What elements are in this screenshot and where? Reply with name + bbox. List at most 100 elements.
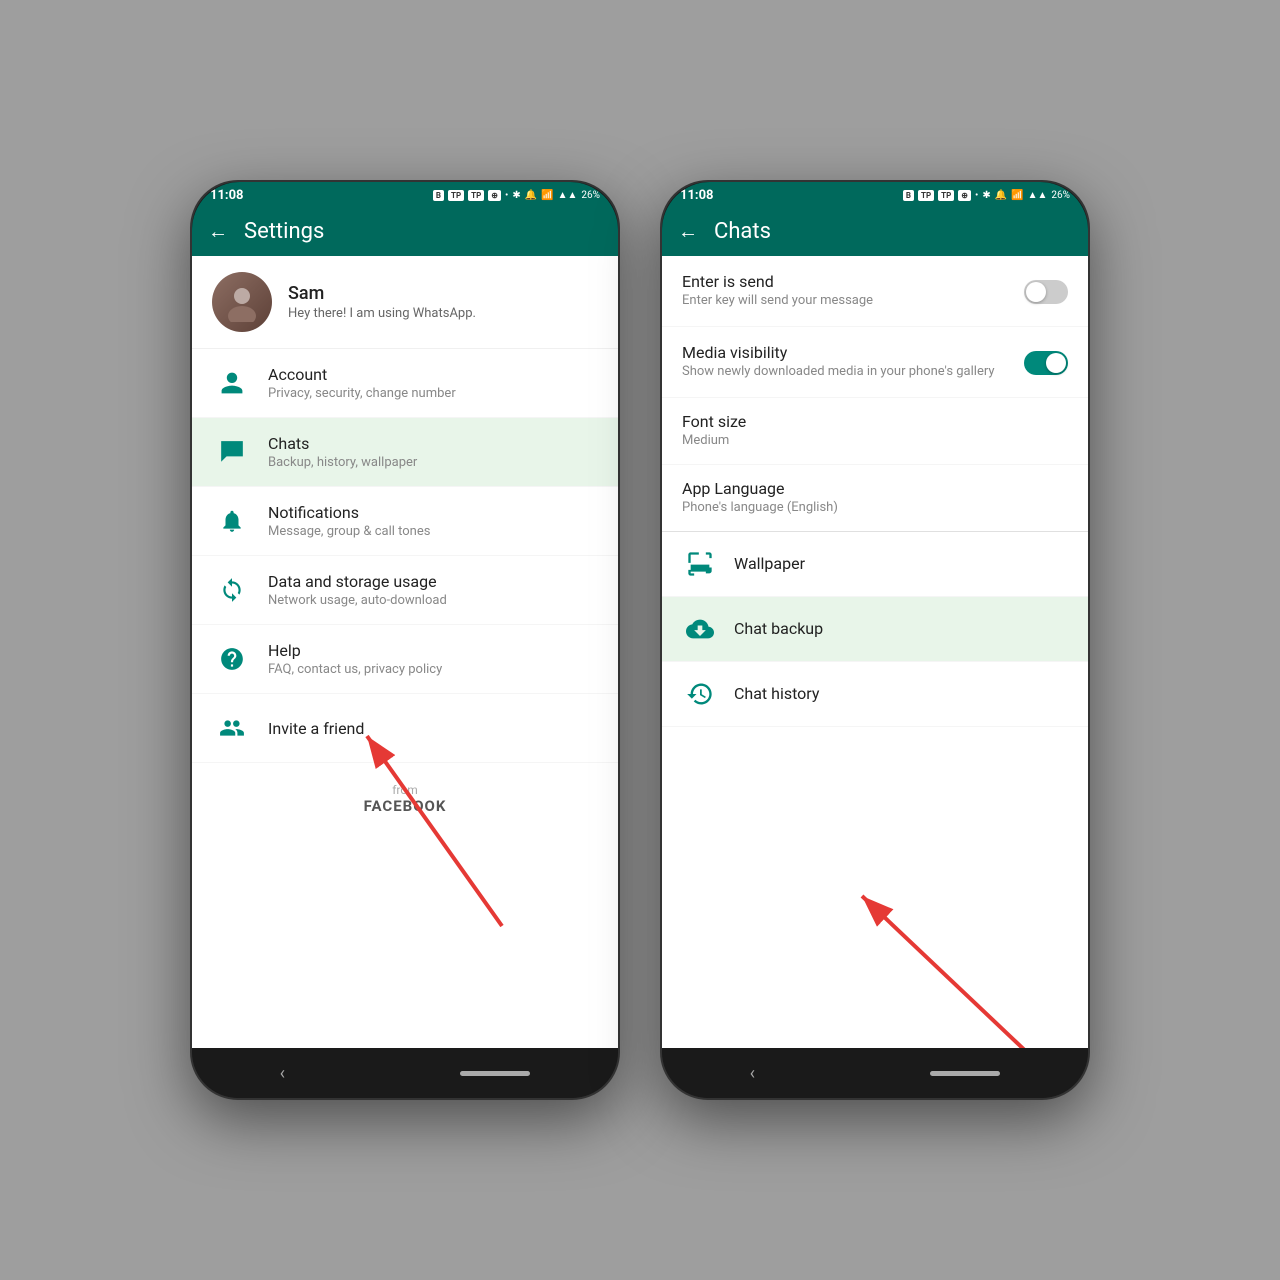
from-label: from	[212, 783, 598, 797]
settings-item-help[interactable]: Help FAQ, contact us, privacy policy	[192, 625, 618, 694]
time-2: 11:08	[680, 188, 714, 203]
icon-signal2: ▲▲	[1028, 190, 1048, 201]
profile-status: Hey there! I am using WhatsApp.	[288, 306, 476, 321]
avatar	[212, 272, 272, 332]
chat-history-label: Chat history	[734, 684, 819, 703]
profile-name: Sam	[288, 283, 476, 304]
icon-wifi: 📶	[541, 190, 553, 201]
from-brand: FACEBOOK	[212, 797, 598, 815]
icon-wa: ⊕	[488, 190, 501, 201]
icon-wa2: ⊕	[958, 190, 971, 201]
data-icon	[212, 570, 252, 610]
help-icon	[212, 639, 252, 679]
settings-screen: Sam Hey there! I am using WhatsApp. Acco…	[192, 256, 618, 1048]
settings-item-account[interactable]: Account Privacy, security, change number	[192, 349, 618, 418]
invite-text: Invite a friend	[268, 719, 364, 738]
icon-tp1: TP	[448, 190, 464, 201]
media-visibility-sub: Show newly downloaded media in your phon…	[682, 364, 1016, 381]
app-bar-2: ← Chats	[662, 207, 1088, 256]
profile-info: Sam Hey there! I am using WhatsApp.	[288, 283, 476, 321]
phone-1: 11:08 B TP TP ⊕ • ✱ 🔔 📶 ▲▲ 26% ← Setting…	[190, 180, 620, 1100]
back-gesture-2[interactable]: ‹	[750, 1063, 755, 1084]
icon-wifi2: 📶	[1011, 190, 1023, 201]
enter-is-send-toggle[interactable]	[1024, 280, 1068, 304]
icon-dot2: •	[975, 190, 978, 201]
font-size-title: Font size	[682, 412, 1068, 431]
icon-tp2: TP	[468, 190, 484, 201]
chats-screen: Enter is send Enter key will send your m…	[662, 256, 1088, 1048]
account-text: Account Privacy, security, change number	[268, 365, 456, 401]
invite-icon	[212, 708, 252, 748]
help-sublabel: FAQ, contact us, privacy policy	[268, 662, 442, 677]
icon-bt: ✱	[512, 190, 520, 201]
home-pill-1[interactable]	[460, 1071, 530, 1076]
back-button-1[interactable]: ←	[208, 219, 228, 244]
notifications-label: Notifications	[268, 503, 430, 522]
enter-is-send-sub: Enter key will send your message	[682, 293, 1016, 310]
media-visibility-toggle[interactable]	[1024, 351, 1068, 375]
font-size-item[interactable]: Font size Medium	[662, 398, 1088, 465]
status-bar-1: 11:08 B TP TP ⊕ • ✱ 🔔 📶 ▲▲ 26%	[192, 182, 618, 207]
app-language-sub: Phone's language (English)	[682, 500, 1068, 517]
notifications-sublabel: Message, group & call tones	[268, 524, 430, 539]
bottom-bar-2: ‹	[662, 1048, 1088, 1098]
account-icon	[212, 363, 252, 403]
invite-label: Invite a friend	[268, 719, 364, 738]
toggle-knob-1	[1026, 282, 1046, 302]
phone-2: 11:08 B TP TP ⊕ • ✱ 🔔 📶 ▲▲ 26% ← Chats	[660, 180, 1090, 1100]
icon-b: B	[433, 190, 444, 201]
account-label: Account	[268, 365, 456, 384]
icon-bt2: ✱	[982, 190, 990, 201]
settings-item-data[interactable]: Data and storage usage Network usage, au…	[192, 556, 618, 625]
wallpaper-item[interactable]: Wallpaper	[662, 532, 1088, 597]
media-visibility-content: Media visibility Show newly downloaded m…	[682, 343, 1016, 381]
app-language-item[interactable]: App Language Phone's language (English)	[662, 465, 1088, 532]
icon-b2: B	[903, 190, 914, 201]
chat-backup-label: Chat backup	[734, 619, 823, 638]
account-sublabel: Privacy, security, change number	[268, 386, 456, 401]
settings-item-notifications[interactable]: Notifications Message, group & call tone…	[192, 487, 618, 556]
notifications-text: Notifications Message, group & call tone…	[268, 503, 430, 539]
app-bar-1: ← Settings	[192, 207, 618, 256]
wallpaper-label: Wallpaper	[734, 554, 805, 573]
data-label: Data and storage usage	[268, 572, 447, 591]
avatar-image	[212, 272, 272, 332]
settings-title: Settings	[244, 219, 324, 244]
help-text: Help FAQ, contact us, privacy policy	[268, 641, 442, 677]
home-pill-2[interactable]	[930, 1071, 1000, 1076]
back-gesture-1[interactable]: ‹	[280, 1063, 285, 1084]
toggle-knob-2	[1046, 353, 1066, 373]
media-visibility-item[interactable]: Media visibility Show newly downloaded m…	[662, 327, 1088, 398]
icon-vol: 🔔	[525, 190, 537, 201]
icon-signal: ▲▲	[558, 190, 578, 201]
help-label: Help	[268, 641, 442, 660]
time-1: 11:08	[210, 188, 244, 203]
app-language-title: App Language	[682, 479, 1068, 498]
chat-history-item[interactable]: Chat history	[662, 662, 1088, 727]
icon-tp4: TP	[938, 190, 954, 201]
chats-sublabel: Backup, history, wallpaper	[268, 455, 417, 470]
from-section: from FACEBOOK	[192, 763, 618, 835]
font-size-content: Font size Medium	[682, 412, 1068, 450]
status-icons-1: B TP TP ⊕ • ✱ 🔔 📶 ▲▲ 26%	[433, 190, 600, 201]
status-bar-2: 11:08 B TP TP ⊕ • ✱ 🔔 📶 ▲▲ 26%	[662, 182, 1088, 207]
status-icons-2: B TP TP ⊕ • ✱ 🔔 📶 ▲▲ 26%	[903, 190, 1070, 201]
font-size-sub: Medium	[682, 433, 1068, 450]
enter-is-send-content: Enter is send Enter key will send your m…	[682, 272, 1016, 310]
profile-section[interactable]: Sam Hey there! I am using WhatsApp.	[192, 256, 618, 349]
media-visibility-title: Media visibility	[682, 343, 1016, 362]
bottom-bar-1: ‹	[192, 1048, 618, 1098]
icon-vol2: 🔔	[995, 190, 1007, 201]
data-text: Data and storage usage Network usage, au…	[268, 572, 447, 608]
chat-backup-item[interactable]: Chat backup	[662, 597, 1088, 662]
back-button-2[interactable]: ←	[678, 219, 698, 244]
icon-dot: •	[505, 190, 508, 201]
notifications-icon	[212, 501, 252, 541]
wallpaper-icon	[682, 546, 718, 582]
chats-title: Chats	[714, 219, 771, 244]
enter-is-send-title: Enter is send	[682, 272, 1016, 291]
settings-item-chats[interactable]: Chats Backup, history, wallpaper	[192, 418, 618, 487]
enter-is-send-item[interactable]: Enter is send Enter key will send your m…	[662, 256, 1088, 327]
settings-item-invite[interactable]: Invite a friend	[192, 694, 618, 763]
icon-tp3: TP	[918, 190, 934, 201]
